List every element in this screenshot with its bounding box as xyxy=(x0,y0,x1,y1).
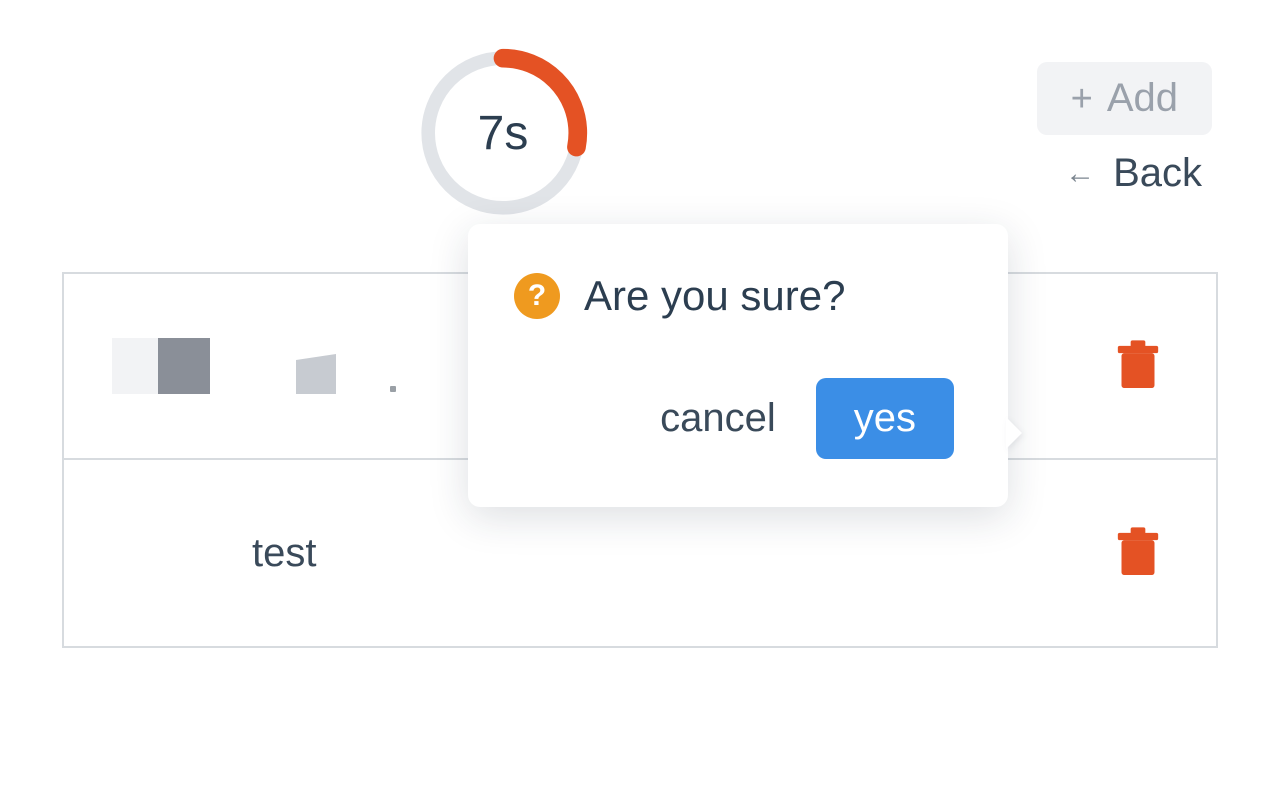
trash-icon xyxy=(1116,340,1160,392)
yes-button[interactable]: yes xyxy=(816,378,954,459)
thumbnail-group xyxy=(112,338,396,394)
plus-icon: + xyxy=(1071,80,1093,118)
question-icon: ? xyxy=(514,273,560,319)
thumbnail-block xyxy=(158,338,210,394)
cancel-button[interactable]: cancel xyxy=(650,390,786,447)
confirm-popover: ? Are you sure? cancel yes xyxy=(468,224,1008,507)
back-button[interactable]: ← Back xyxy=(1065,151,1212,196)
list-item-label: test xyxy=(252,531,316,576)
add-button[interactable]: + Add xyxy=(1037,62,1212,135)
confirm-title: Are you sure? xyxy=(584,272,845,320)
back-button-label: Back xyxy=(1113,151,1202,196)
arrow-left-icon: ← xyxy=(1065,157,1095,191)
list-item-content: test xyxy=(112,531,1116,576)
thumbnail-dot xyxy=(390,386,396,392)
delete-button[interactable] xyxy=(1116,527,1160,579)
delete-button[interactable] xyxy=(1116,340,1160,392)
header-actions: + Add ← Back xyxy=(1037,62,1212,196)
trash-icon xyxy=(1116,527,1160,579)
countdown-label: 7s xyxy=(418,48,588,218)
thumbnail-block xyxy=(296,354,336,394)
add-button-label: Add xyxy=(1107,76,1178,121)
thumbnail-block xyxy=(112,338,160,394)
popover-pointer xyxy=(1006,417,1022,449)
countdown-timer: 7s xyxy=(418,48,588,218)
